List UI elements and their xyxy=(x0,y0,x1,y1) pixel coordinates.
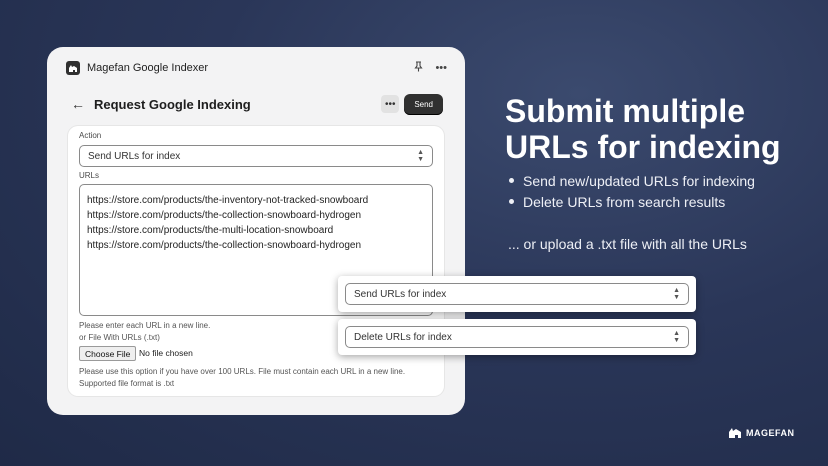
delete-option-popup: Delete URLs for index ▲ ▼ xyxy=(338,319,696,355)
delete-option-value: Delete URLs for index xyxy=(354,331,452,343)
brand-logo: MAGEFAN xyxy=(728,427,795,439)
pin-icon[interactable] xyxy=(414,61,424,75)
action-label: Action xyxy=(79,131,102,140)
more-icon[interactable]: ••• xyxy=(435,62,447,74)
magefan-logo-icon xyxy=(729,428,741,438)
brand-name: MAGEFAN xyxy=(746,428,795,438)
send-button[interactable]: Send xyxy=(404,93,443,115)
app-window: Magefan Google Indexer ••• ← Request Goo… xyxy=(47,47,465,415)
select-arrows-icon: ▲ ▼ xyxy=(417,149,424,163)
bullet-dot-icon xyxy=(509,199,514,204)
select-arrows-icon: ▲ ▼ xyxy=(673,287,680,301)
app-name: Magefan Google Indexer xyxy=(87,62,209,74)
more-actions-button[interactable]: ••• xyxy=(381,95,400,113)
action-select-value: Send URLs for index xyxy=(88,150,181,162)
url-line: https://store.com/products/the-inventory… xyxy=(87,195,369,206)
delete-option-select[interactable]: Delete URLs for index ▲ ▼ xyxy=(345,326,689,348)
bullet-dot-icon xyxy=(509,178,514,183)
page-title-bar: ← Request Google Indexing ••• Send xyxy=(71,90,443,118)
action-select[interactable]: Send URLs for index ▲ ▼ xyxy=(79,145,433,167)
send-option-popup: Send URLs for index ▲ ▼ xyxy=(338,276,696,312)
url-line: https://store.com/products/the-collectio… xyxy=(87,210,362,221)
page-title: Request Google Indexing xyxy=(94,96,251,112)
back-arrow-icon[interactable]: ← xyxy=(71,96,85,112)
promo-bullet: Delete URLs from search results xyxy=(505,191,755,212)
url-line: https://store.com/products/the-multi-loc… xyxy=(87,225,334,236)
file-format-text: Supported file format is .txt xyxy=(79,379,175,388)
app-logo xyxy=(66,61,80,75)
file-status: No file chosen xyxy=(139,348,193,358)
select-arrows-icon: ▲ ▼ xyxy=(673,330,680,344)
promo-bullets: Send new/updated URLs for indexing Delet… xyxy=(505,170,755,212)
promo-heading: Submit multiple URLs for indexing xyxy=(505,93,781,165)
magefan-logo-icon xyxy=(69,64,77,72)
form-panel: Action Send URLs for index ▲ ▼ URLs https… xyxy=(68,126,444,396)
send-option-value: Send URLs for index xyxy=(354,288,447,300)
promo-bullet-text: Send new/updated URLs for indexing xyxy=(523,172,755,189)
urls-label: URLs xyxy=(79,171,100,180)
send-option-select[interactable]: Send URLs for index ▲ ▼ xyxy=(345,283,689,305)
urls-help-text: Please enter each URL in a new line. xyxy=(79,321,211,330)
file-help-text: Please use this option if you have over … xyxy=(79,367,406,376)
app-header: Magefan Google Indexer ••• xyxy=(47,47,465,89)
promo-bullet-text: Delete URLs from search results xyxy=(523,193,726,210)
file-label: or File With URLs (.txt) xyxy=(79,333,160,342)
url-line: https://store.com/products/the-collectio… xyxy=(87,240,362,251)
promo-bullet: Send new/updated URLs for indexing xyxy=(505,170,755,191)
upload-note: ... or upload a .txt file with all the U… xyxy=(508,236,747,252)
choose-file-button[interactable]: Choose File xyxy=(79,346,137,361)
